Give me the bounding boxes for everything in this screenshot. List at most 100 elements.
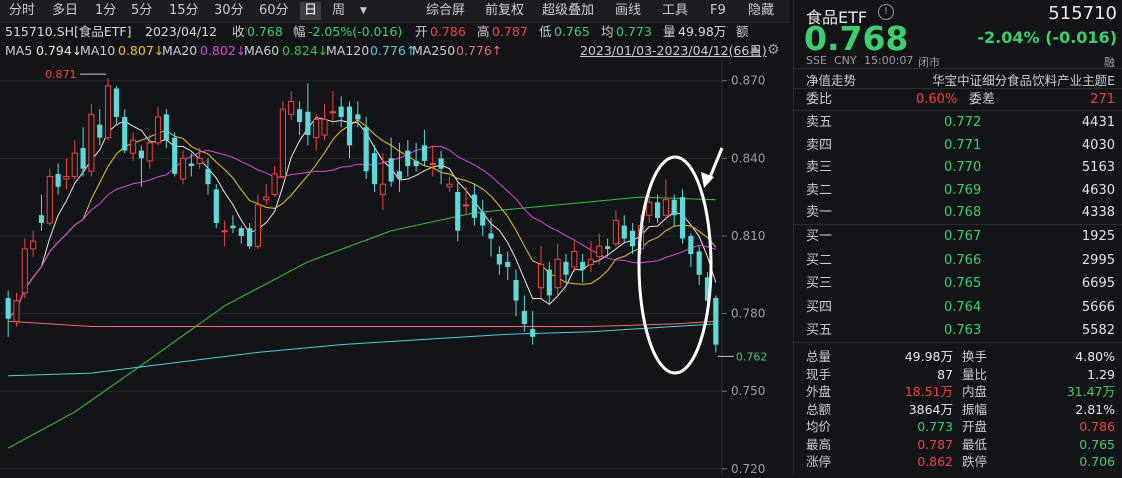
ask-row[interactable]: 卖一 0.768 4338 [794,201,1122,224]
tab-5min[interactable]: 5分 [127,2,156,20]
kline-chart[interactable]: 0.870 0.840 0.810 0.780 0.750 0.720 0.871 0.762 [0,60,790,476]
tab-60min[interactable]: 60分 [255,2,293,20]
nav-trend-link[interactable]: 净值走势 [806,70,856,89]
candle-body [188,163,194,167]
stat-label: 最高 [806,436,832,452]
divider [794,68,1122,69]
quote-panel: 食品ETF ! 515710 0.768 -2.04% (-0.016) SSE… [793,0,1122,474]
stat-label: 总量 [806,349,832,364]
period-more-chevron-icon[interactable]: ▼ [356,2,371,20]
tab-30min[interactable]: 30分 [210,2,248,20]
y-tick-label: 0.750 [731,384,765,398]
tab-weekly[interactable]: 周 [328,2,349,20]
ma20-label: MA20 [162,43,198,58]
candle-body [446,183,453,188]
candle-body [179,157,187,180]
candle-body [97,124,103,138]
candle-body [172,137,178,174]
y-tick-label: 0.870 [731,74,765,88]
close-value: 0.768 [247,24,283,39]
stat-label: 换手 [962,349,988,364]
candle-body [355,114,361,120]
stat-value: 0.786 [1079,419,1115,434]
ask-level-label: 卖一 [806,205,833,220]
tab-15min[interactable]: 15分 [165,2,203,20]
bid-price: 0.764 [944,299,982,315]
candle-body [371,153,378,185]
ask-level-label: 卖四 [806,137,833,153]
candle-body [55,173,61,187]
tab-daily[interactable]: 日 [300,2,322,20]
ask-price: 0.771 [944,137,982,153]
stat-label: 振幅 [962,401,988,417]
bid-row[interactable]: 买三 0.765 6695 [794,272,1122,295]
period-toolbar: 分时 多日 1分 5分 15分 30分 60分 日 周 ▼ 综合屏 前复权 超级… [0,0,790,23]
draw-line-button[interactable]: 画线 [611,2,645,20]
settings-gear-icon[interactable]: ⚙ [767,41,780,60]
candle-body [713,298,719,345]
max-price-marker: 0.871 [45,68,76,81]
tools-button[interactable]: 工具 [658,2,692,20]
quote-info-row: 515710.SH[食品ETF] 2023/04/12 收 0.768 幅 -2… [0,22,790,41]
candle-body [379,183,386,196]
candle-body [122,116,128,151]
y-tick-label: 0.780 [731,307,765,321]
composite-screen-button[interactable]: 综合屏 [422,2,469,20]
candle-body [513,279,519,301]
ask-price: 0.769 [944,182,982,198]
collapse-triangle-icon[interactable] [750,45,760,53]
candle-body [654,202,661,218]
ma250-value: 0.776↑ [456,43,503,58]
bid-price: 0.766 [944,252,982,268]
candle-body [238,228,244,236]
y-tick-label: 0.840 [731,151,765,165]
avg-label: 均 [601,24,614,39]
change-label: 幅 [293,24,306,39]
ma120-label: MA120 [326,43,370,58]
candle-body [13,300,20,322]
candle-body [605,246,611,249]
stat-label: 内盘 [962,384,988,399]
stat-value: 0.787 [917,436,953,452]
stat-value: 2.81% [1075,401,1115,417]
ma250-label: MA250 [412,43,456,58]
overlay-button[interactable]: 超级叠加 [538,2,598,20]
price-change: -2.04% (-0.016) [977,28,1117,47]
tab-1min[interactable]: 1分 [91,2,120,20]
candle-body [80,147,86,169]
candle-body [321,119,328,136]
y-tick-label: 0.720 [731,462,765,474]
info-icon[interactable]: ! [878,4,894,20]
ask-price: 0.770 [944,160,982,175]
exchange-code: SSE [806,54,827,67]
tab-multiday[interactable]: 多日 [48,2,82,20]
date-range[interactable]: 2023/01/03-2023/04/12(66日) [580,41,767,60]
forward-adjust-button[interactable]: 前复权 [481,2,528,20]
bid-level-label: 买四 [806,299,833,315]
ask-row[interactable]: 卖四 0.771 4030 [794,134,1122,157]
stat-value: 0.862 [917,454,953,469]
candle-body [696,251,702,275]
bid-volume: 1925 [1081,229,1115,244]
candle-body [104,85,112,139]
candle-body [88,113,95,172]
ask-price: 0.772 [944,115,982,130]
bid-row[interactable]: 买五 0.763 5582 [794,319,1122,342]
bid-row[interactable]: 买一 0.767 1925 [794,225,1122,248]
high-label: 高 [477,24,490,39]
ask-row[interactable]: 卖五 0.772 4431 [794,111,1122,134]
ask-row[interactable]: 卖三 0.770 5163 [794,156,1122,179]
candle-body [138,150,144,159]
bid-row[interactable]: 买二 0.766 2995 [794,249,1122,272]
tab-timeshare[interactable]: 分时 [5,2,39,20]
candle-body [196,157,203,164]
candle-body [554,258,561,289]
ma10-line [7,119,717,320]
hide-button[interactable]: 隐藏 [744,2,778,20]
f9-button[interactable]: F9 [706,2,730,20]
bid-row[interactable]: 买四 0.764 5666 [794,296,1122,319]
candle-body [679,197,686,239]
stat-row: 最高 0.787 最低 0.765 [794,437,1122,453]
candle-body [462,204,470,207]
ask-row[interactable]: 卖二 0.769 4630 [794,179,1122,202]
